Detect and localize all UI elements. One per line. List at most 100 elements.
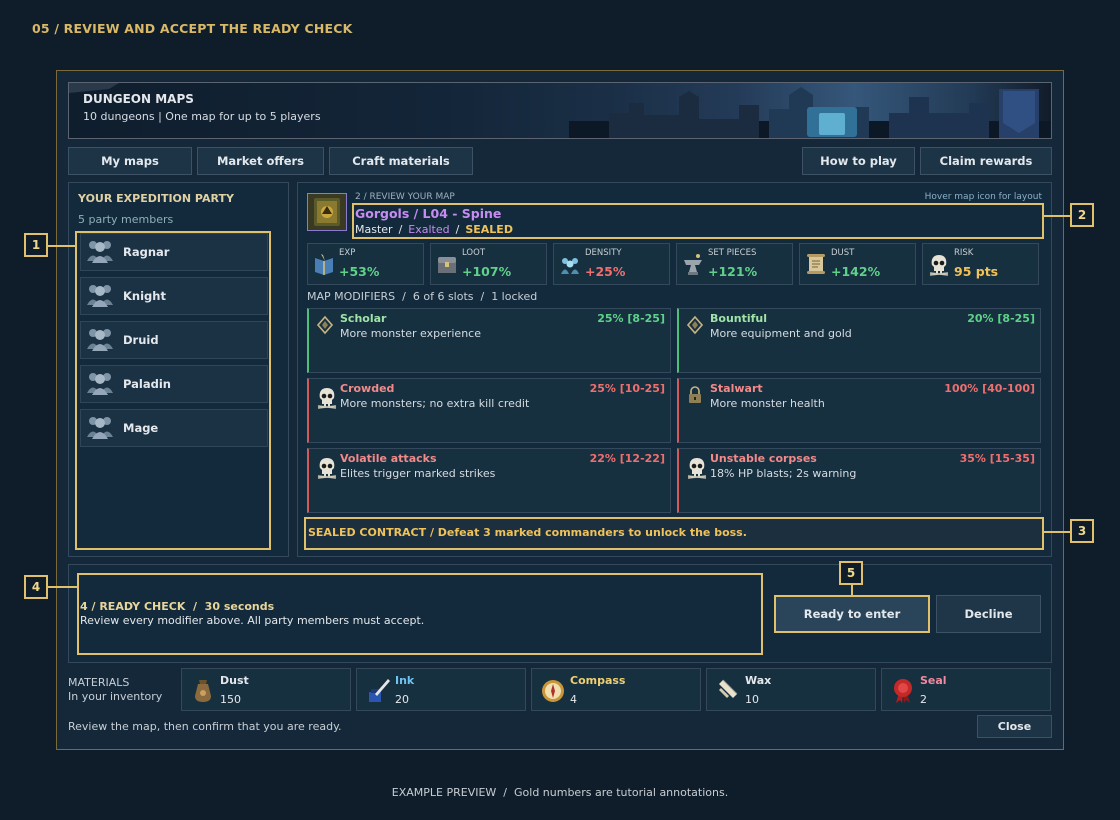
annotation-marker-1: 1 [24,233,48,257]
stat-card-loot: LOOT +107% [430,243,547,285]
scroll-icon [805,252,827,276]
banner-title: DUNGEON MAPS [83,92,194,106]
map-icon[interactable] [307,193,347,231]
material-count: 2 [920,693,927,706]
stat-value: +121% [708,264,758,279]
ink-icon [365,676,391,704]
stat-card-density: DENSITY +25% [553,243,670,285]
modifier-value: 100% [40-100] [944,382,1035,395]
anvil-icon [682,252,704,276]
modifier-desc: 18% HP blasts; 2s warning [710,467,857,480]
map-step-label: 2 / REVIEW YOUR MAP [355,192,455,202]
annotation-line [48,245,76,247]
annotation-box-4 [77,573,763,655]
annotation-box-1 [75,231,271,550]
annotation-box-3 [304,517,1044,550]
page-title: 05 / REVIEW AND ACCEPT THE READY CHECK [32,21,353,36]
close-button[interactable]: Close [977,715,1052,738]
material-count: 20 [395,693,409,706]
modifier-crowded[interactable]: Crowded More monsters; no extra kill cred… [307,378,671,443]
material-compass[interactable]: Compass 4 [531,668,701,711]
market-offers-button[interactable]: Market offers [197,147,324,175]
annotation-line [1044,531,1071,533]
material-seal[interactable]: Seal 2 [881,668,1051,711]
annotation-line [48,586,78,588]
material-name: Ink [395,674,415,687]
skull-icon [928,252,950,276]
material-wax[interactable]: Wax 10 [706,668,876,711]
annotation-marker-2: 2 [1070,203,1094,227]
seal-icon [890,676,916,704]
compass-icon [540,676,566,704]
modifiers-header: MAP MODIFIERS / 6 of 6 slots / 1 locked [307,290,538,303]
stat-value: +142% [831,264,881,279]
chest-icon [436,252,458,276]
pouch-icon [190,676,216,704]
modifier-unstable-corpses[interactable]: Unstable corpses 18% HP blasts; 2s warnin… [677,448,1041,513]
modifier-name: Crowded [340,382,395,395]
material-count: 10 [745,693,759,706]
skull-icon [686,455,707,479]
material-dust[interactable]: Dust 150 [181,668,351,711]
wax-icon [715,676,741,704]
material-count: 150 [220,693,241,706]
modifier-value: 25% [8-25] [597,312,665,325]
modifier-desc: More monsters; no extra kill credit [340,397,530,410]
modifier-name: Bountiful [710,312,768,325]
crowd-icon [559,252,581,276]
modifier-value: 20% [8-25] [967,312,1035,325]
how-to-play-button[interactable]: How to play [802,147,915,175]
stat-value: 95 pts [954,264,999,279]
skull-icon [316,455,337,479]
materials-sublabel: In your inventory [68,690,163,703]
material-name: Compass [570,674,626,687]
modifier-value: 35% [15-35] [959,452,1035,465]
stat-value: +107% [462,264,512,279]
banner: DUNGEON MAPS 10 dungeons | One map for u… [68,82,1052,139]
stat-label: DENSITY [585,248,622,258]
hover-hint: Hover map icon for layout [924,192,1042,202]
map-icon-art [314,198,340,226]
craft-materials-button[interactable]: Craft materials [329,147,473,175]
material-name: Dust [220,674,249,687]
materials-label: MATERIALS [68,676,130,689]
modifier-name: Stalwart [710,382,763,395]
diamond-icon [686,315,704,335]
annotation-box-2 [352,203,1044,239]
stat-card-set-pieces: SET PIECES +121% [676,243,793,285]
modifier-volatile-attacks[interactable]: Volatile attacks Elites trigger marked st… [307,448,671,513]
annotation-line [1044,215,1071,217]
diamond-icon [316,315,334,335]
modifier-name: Volatile attacks [340,452,437,465]
party-count: 5 party members [78,213,174,226]
claim-rewards-button[interactable]: Claim rewards [920,147,1052,175]
castle-banner-art [569,87,1051,138]
stat-label: SET PIECES [708,248,757,258]
modifier-name: Unstable corpses [710,452,817,465]
stat-label: EXP [339,248,356,258]
material-count: 4 [570,693,577,706]
modifier-desc: Elites trigger marked strikes [340,467,496,480]
modifier-name: Scholar [340,312,387,325]
decline-button[interactable]: Decline [936,595,1041,633]
modifier-desc: More monster health [710,397,825,410]
modifier-desc: More monster experience [340,327,481,340]
modifier-desc: More equipment and gold [710,327,852,340]
annotation-marker-3: 3 [1070,519,1094,543]
annotation-line [851,584,853,595]
lock-icon [686,385,704,405]
material-name: Wax [745,674,772,687]
modifier-value: 25% [10-25] [589,382,665,395]
bottom-hint: Review the map, then confirm that you ar… [68,720,342,733]
modifier-stalwart[interactable]: Stalwart More monster health 100% [40-100] [677,378,1041,443]
annotation-marker-5: 5 [839,561,863,585]
ready-to-enter-button[interactable]: Ready to enter [774,595,930,633]
my-maps-button[interactable]: My maps [68,147,192,175]
modifier-scholar[interactable]: Scholar More monster experience 25% [8-25] [307,308,671,373]
material-name: Seal [920,674,947,687]
material-ink[interactable]: Ink 20 [356,668,526,711]
party-title: YOUR EXPEDITION PARTY [78,192,234,205]
book-icon [313,252,335,276]
modifier-bountiful[interactable]: Bountiful More equipment and gold 20% [8-2… [677,308,1041,373]
footer-note: EXAMPLE PREVIEW / Gold numbers are tutor… [391,786,729,799]
